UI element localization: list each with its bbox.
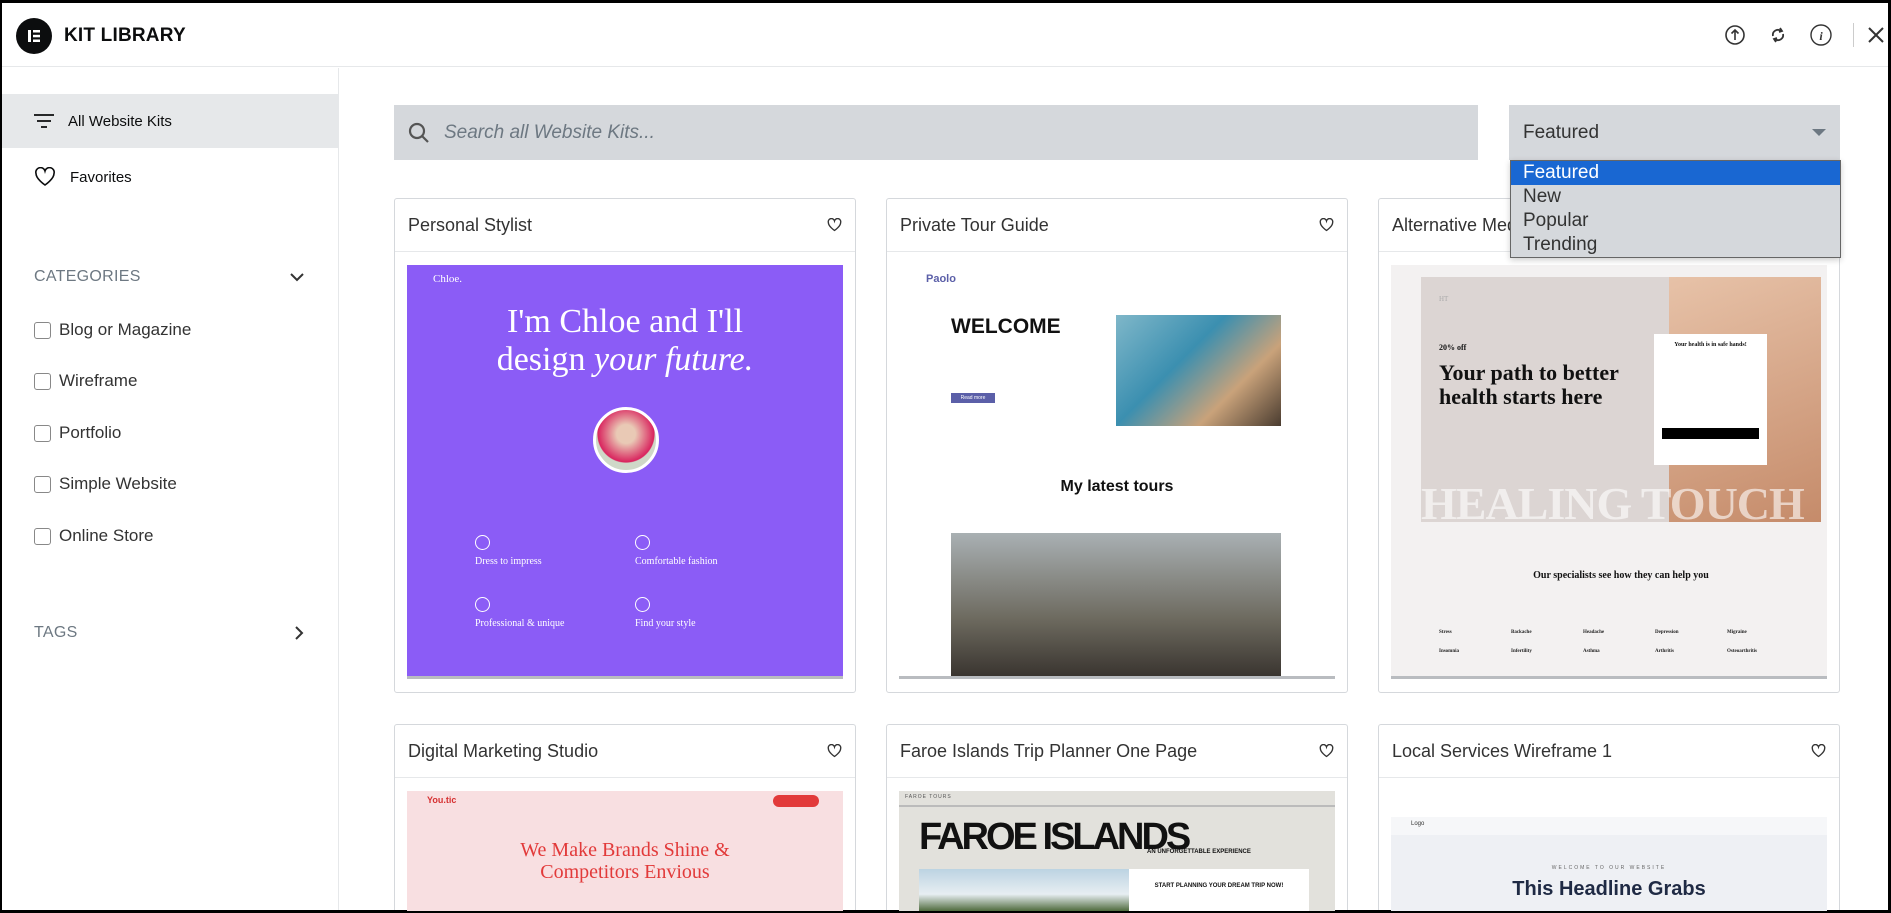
kit-title: Digital Marketing Studio <box>408 740 599 761</box>
sort-option-featured[interactable]: Featured <box>1511 161 1840 185</box>
search-input[interactable] <box>444 121 1344 144</box>
category-label: Blog or Magazine <box>59 320 192 339</box>
sort-option-trending[interactable]: Trending <box>1511 233 1840 257</box>
preview-subtitle: AN UNFORGETTABLE EXPERIENCE <box>1147 849 1251 855</box>
preview-brand: You.tic <box>427 795 457 805</box>
heart-icon[interactable] <box>1319 218 1334 232</box>
category-label: Simple Website <box>59 474 177 493</box>
caret-down-icon <box>1812 129 1826 136</box>
kit-title: Local Services Wireframe 1 <box>1392 740 1613 761</box>
category-blog-or-magazine[interactable]: Blog or Magazine <box>34 320 191 340</box>
category-label: Wireframe <box>59 371 138 390</box>
preview-section-title: My latest tours <box>1060 478 1174 495</box>
search-icon <box>408 122 429 143</box>
category-portfolio[interactable]: Portfolio <box>34 423 121 443</box>
sidebar-item-favorites[interactable]: Favorites <box>2 150 339 204</box>
checkbox[interactable] <box>34 475 51 493</box>
kit-preview: Paolo WELCOME Read more My latest tours <box>899 265 1335 679</box>
kit-library-window: KIT LIBRARY i All Website Kits Favorites… <box>2 3 1888 911</box>
sidebar-item-label: Favorites <box>70 168 132 186</box>
heart-icon <box>35 167 55 186</box>
chevron-down-icon <box>290 272 304 281</box>
preview-headline: I'm Chloe and I'll design your future. <box>496 303 754 378</box>
preview-form-title: Your health is in safe hands! <box>1674 342 1747 348</box>
feature-grid: Dress to impress Comfortable fashion Pro… <box>475 535 795 629</box>
sidebar: All Website Kits Favorites CATEGORIES Bl… <box>2 68 339 910</box>
app-title: KIT LIBRARY <box>64 25 186 46</box>
heart-icon[interactable] <box>1811 744 1826 758</box>
preview-photo <box>1116 315 1281 426</box>
preview-headline: WELCOME <box>951 315 1061 338</box>
kit-card[interactable]: Digital Marketing Studio You.tic We Make… <box>394 724 856 911</box>
preview-button: Read more <box>951 393 995 403</box>
heart-icon[interactable] <box>827 218 842 232</box>
preview-headline: This Headline Grabs <box>1512 878 1706 900</box>
chevron-right-icon <box>295 626 304 640</box>
svg-text:i: i <box>1819 29 1823 43</box>
filter-lines-icon <box>34 114 54 128</box>
upload-icon[interactable] <box>1723 23 1747 47</box>
sort-option-popular[interactable]: Popular <box>1511 209 1840 233</box>
preview-section-title: Our specialists see how they can help yo… <box>1533 570 1709 581</box>
preview-brand: FAROE TOURS <box>905 794 952 800</box>
checkbox[interactable] <box>34 424 51 442</box>
preview-headline: Your path to better health starts here <box>1439 360 1619 409</box>
kit-preview: Logo WELCOME TO OUR WEBSITE This Headlin… <box>1391 791 1827 911</box>
checkbox[interactable] <box>34 372 51 390</box>
sort-option-new[interactable]: New <box>1511 185 1840 209</box>
heart-icon[interactable] <box>827 744 842 758</box>
search-bar <box>394 105 1478 160</box>
sort-selected: Featured <box>1523 121 1600 143</box>
preview-brand: Logo <box>1411 821 1425 827</box>
sidebar-item-label: All Website Kits <box>68 112 172 130</box>
kit-title: Private Tour Guide <box>900 214 1049 235</box>
sync-icon[interactable] <box>1766 23 1790 47</box>
checkbox[interactable] <box>34 321 51 339</box>
kit-title: Personal Stylist <box>408 214 533 235</box>
elementor-logo-icon <box>16 18 52 54</box>
category-online-store[interactable]: Online Store <box>34 526 154 546</box>
preview-bg-text: HEALING TOUCH <box>1421 478 1805 529</box>
tags-toggle[interactable]: TAGS <box>34 624 304 642</box>
preview-brand: Chloe. <box>433 273 463 285</box>
checkbox[interactable] <box>34 527 51 545</box>
sort-dropdown: Featured New Popular Trending <box>1510 160 1841 258</box>
category-label: Portfolio <box>59 423 122 442</box>
preview-eyebrow: WELCOME TO OUR WEBSITE <box>1551 865 1667 871</box>
categories-toggle[interactable]: CATEGORIES <box>34 268 304 286</box>
kit-card[interactable]: Local Services Wireframe 1 Logo WELCOME … <box>1378 724 1840 911</box>
category-simple-website[interactable]: Simple Website <box>34 474 177 494</box>
kit-card[interactable]: Alternative Med HT 20% off Your path to … <box>1378 198 1840 693</box>
preview-brand: Paolo <box>926 273 956 285</box>
kit-card[interactable]: Personal Stylist Chloe. I'm Chloe and I'… <box>394 198 856 693</box>
kit-preview: Chloe. I'm Chloe and I'll design your fut… <box>407 265 843 679</box>
category-wireframe[interactable]: Wireframe <box>34 371 137 391</box>
category-label: Online Store <box>59 526 154 545</box>
sort-select[interactable]: Featured <box>1509 105 1840 160</box>
sidebar-item-all-website-kits[interactable]: All Website Kits <box>2 94 339 148</box>
heart-icon[interactable] <box>1319 744 1334 758</box>
kit-title: Alternative Med <box>1392 214 1518 235</box>
kit-preview: You.tic We Make Brands Shine & Competito… <box>407 791 843 911</box>
avatar <box>593 407 659 473</box>
preview-brand: HT <box>1439 295 1449 303</box>
preview-cta: START PLANNING YOUR DREAM TRIP NOW! <box>1129 869 1309 911</box>
header-divider <box>1853 23 1854 47</box>
categories-heading: CATEGORIES <box>34 268 141 285</box>
tags-heading: TAGS <box>34 624 78 641</box>
kit-preview: FAROE TOURS FAROE ISLANDS AN UNFORGETTAB… <box>899 791 1335 911</box>
conditions-grid: Stress Backache Headache Depression Migraine… <box>1439 630 1757 654</box>
close-icon[interactable] <box>1864 23 1888 47</box>
preview-photo <box>951 533 1281 676</box>
kit-preview: HT 20% off Your path to better health st… <box>1391 265 1827 679</box>
kit-title: Faroe Islands Trip Planner One Page <box>900 740 1198 761</box>
preview-promo: 20% off <box>1439 343 1467 352</box>
preview-headline: We Make Brands Shine & Competitors Envio… <box>520 839 730 883</box>
kit-card[interactable]: Faroe Islands Trip Planner One Page FARO… <box>886 724 1348 911</box>
kit-card[interactable]: Private Tour Guide Paolo WELCOME Read mo… <box>886 198 1348 693</box>
header: KIT LIBRARY i <box>2 3 1888 67</box>
info-icon[interactable]: i <box>1809 23 1833 47</box>
